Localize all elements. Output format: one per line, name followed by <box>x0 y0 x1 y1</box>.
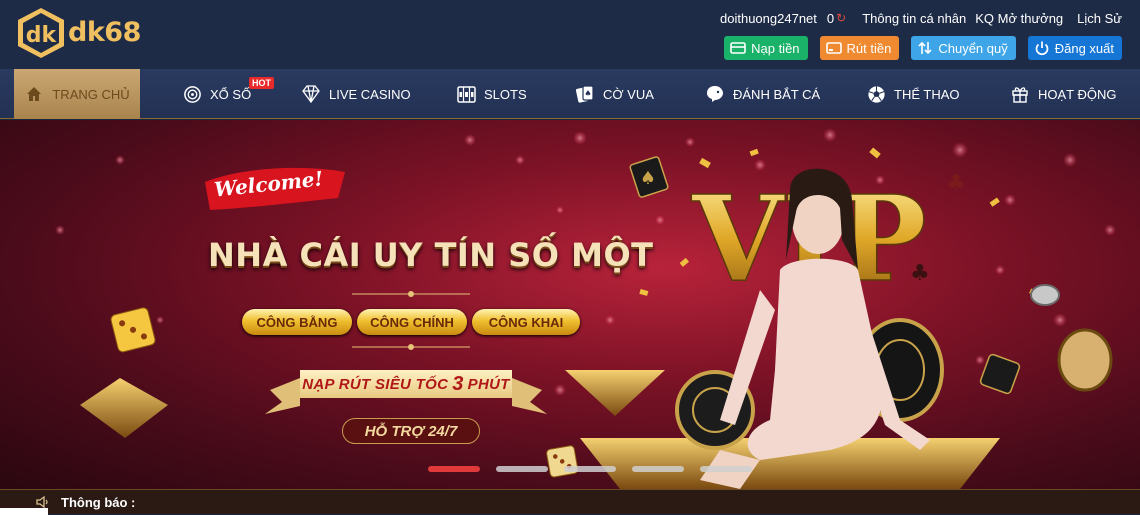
support-badge: HỖ TRỢ 24/7 <box>342 418 480 444</box>
header: dk dk68 doithuong247net 0 ↻ Thông tin cá… <box>0 0 1140 69</box>
banner-artwork: V I P <box>55 128 1116 489</box>
nav-item-lottery[interactable]: XỔ SỐ <box>182 69 251 119</box>
power-icon <box>1034 40 1050 56</box>
fish-icon <box>705 84 725 104</box>
transfer-button[interactable]: Chuyển quỹ <box>911 36 1016 60</box>
notice-bar: Thông báo : <box>0 489 1140 515</box>
promo-banner[interactable]: V I P <box>0 120 1140 489</box>
account-bar: doithuong247net 0 ↻ Thông tin cá nhân KQ… <box>720 9 1122 27</box>
logout-button[interactable]: Đăng xuất <box>1027 36 1122 60</box>
nav-label-slots: SLOTS <box>484 86 527 102</box>
deposit-button[interactable]: Nạp tiền <box>724 36 808 60</box>
carousel-dots <box>0 466 1140 474</box>
withdraw-button[interactable]: Rút tiền <box>819 36 900 60</box>
fast-payout-ribbon: NẠP RÚT SIÊU TỐC 3 PHÚT <box>300 370 512 398</box>
ribbon-prefix: NẠP RÚT SIÊU TỐC <box>302 375 449 393</box>
history-link[interactable]: Lịch Sử <box>1077 11 1122 26</box>
gift-icon <box>1010 84 1030 104</box>
logout-label: Đăng xuất <box>1054 40 1114 56</box>
account-actions: Nạp tiền Rút tiền Chuyển quỹ Đăng xuất <box>712 36 1122 60</box>
wallet-icon <box>730 40 746 56</box>
vip-text: V <box>691 169 786 308</box>
nav-item-activities[interactable]: HOẠT ĐỘNG <box>1010 69 1117 119</box>
balance: 0 <box>826 10 835 26</box>
nav-label-fishing: ĐÁNH BẮT CÁ <box>733 86 821 102</box>
withdraw-label: Rút tiền <box>846 40 892 56</box>
carousel-dot-2[interactable] <box>496 466 548 472</box>
nav-item-live-casino[interactable]: LIVE CASINO <box>301 69 411 119</box>
nav-label-chess: CỜ VUA <box>603 86 654 102</box>
nav-item-fishing[interactable]: ĐÁNH BẮT CÁ <box>705 69 820 119</box>
notice-label: Thông báo : <box>61 495 136 510</box>
svg-text:♠: ♠ <box>584 89 591 98</box>
nav-item-sports[interactable]: THỂ THAO <box>866 69 960 119</box>
svg-text:♠: ♠ <box>640 168 656 189</box>
diamond-icon <box>301 84 321 104</box>
svg-text:dk: dk <box>26 23 58 48</box>
nav-label-live-casino: LIVE CASINO <box>329 86 411 102</box>
refresh-balance-icon[interactable]: ↻ <box>836 11 846 25</box>
deposit-label: Nạp tiền <box>751 40 800 56</box>
results-link[interactable]: KQ Mở thưởng <box>975 11 1063 26</box>
ribbon-number: 3 <box>452 372 464 395</box>
ribbon-suffix: PHÚT <box>467 375 510 393</box>
nav-label-activities: HOẠT ĐỘNG <box>1038 86 1117 102</box>
carousel-dot-5[interactable] <box>700 466 752 472</box>
logo[interactable]: dk dk68 <box>14 6 144 60</box>
pill-transparent: CÔNG KHAI <box>472 309 580 335</box>
profile-link[interactable]: Thông tin cá nhân <box>862 11 966 26</box>
nav-label-lottery: XỔ SỐ <box>210 86 252 102</box>
slots-icon <box>456 84 476 104</box>
lottery-icon <box>182 84 202 104</box>
cards-icon: ♠ <box>575 84 595 104</box>
svg-text:♣: ♣ <box>946 171 966 196</box>
card-icon <box>825 40 842 56</box>
nav-label-home: TRANG CHỦ <box>52 86 130 102</box>
carousel-dot-1[interactable] <box>428 466 480 472</box>
nav-label-sports: THỂ THAO <box>894 86 960 102</box>
home-icon <box>24 84 44 104</box>
nav-item-chess[interactable]: ♠ CỜ VUA <box>575 69 654 119</box>
speaker-icon <box>36 495 48 509</box>
carousel-dot-4[interactable] <box>632 466 684 472</box>
transfer-arrows-icon <box>917 40 933 56</box>
transfer-label: Chuyển quỹ <box>938 40 1008 56</box>
pill-just: CÔNG CHÍNH <box>357 309 467 335</box>
nav-item-home[interactable]: TRANG CHỦ <box>14 69 140 119</box>
main-nav: TRANG CHỦ XỔ SỐ HOT LIVE CASINO SLOTS ♠ … <box>0 69 1140 119</box>
carousel-dot-3[interactable] <box>564 466 616 472</box>
username: doithuong247net <box>720 10 817 26</box>
pill-fair: CÔNG BẰNG <box>242 309 352 335</box>
logo-text: dk68 <box>68 17 141 48</box>
soccer-ball-icon <box>866 84 886 104</box>
dk-logo-icon: dk <box>18 8 64 58</box>
banner-headline: NHÀ CÁI UY TÍN SỐ MỘT <box>208 236 654 274</box>
hot-badge: HOT <box>249 77 274 89</box>
nav-item-slots[interactable]: SLOTS <box>456 69 527 119</box>
svg-text:♣: ♣ <box>910 261 930 286</box>
